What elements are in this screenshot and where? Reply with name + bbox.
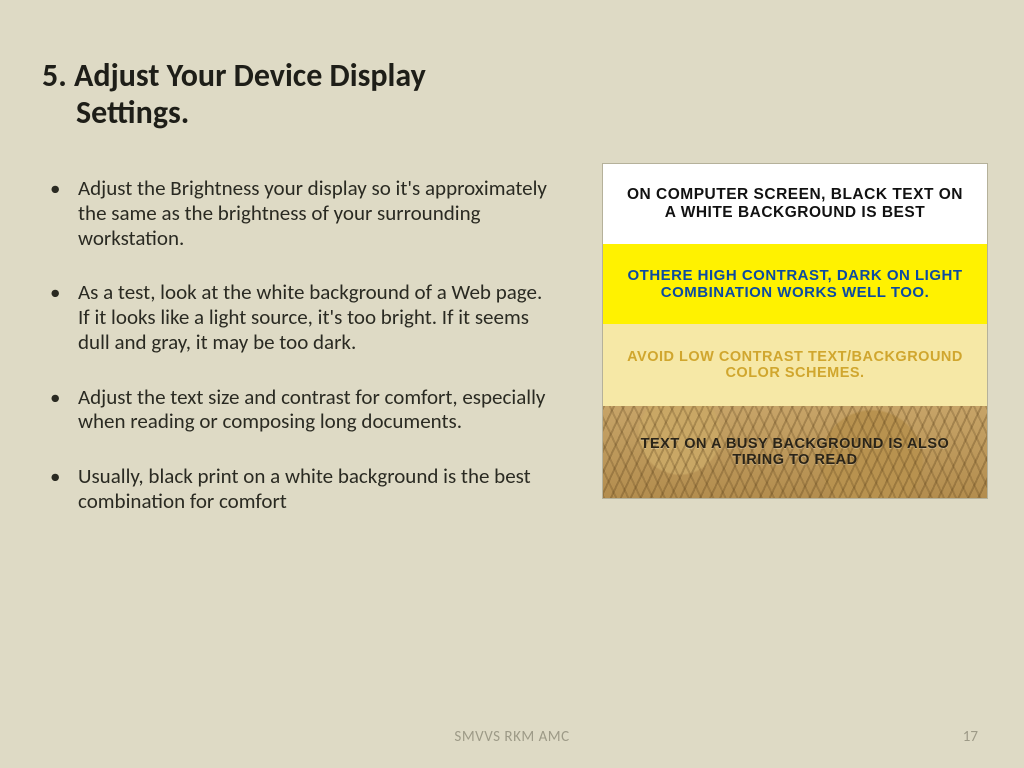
title-line-2: Settings.: [76, 95, 426, 132]
page-number: 17: [963, 728, 978, 746]
bullet-item: Adjust the Brightness your display so it…: [78, 176, 558, 250]
contrast-panel-yellow: OTHERE HIGH CONTRAST, DARK ON LIGHT COMB…: [603, 244, 987, 324]
bullet-item: As a test, look at the white background …: [78, 280, 558, 354]
contrast-panel-lowcontrast: AVOID LOW CONTRAST TEXT/BACKGROUND COLOR…: [603, 324, 987, 406]
contrast-panel-white: ON COMPUTER SCREEN, BLACK TEXT ON A WHIT…: [603, 164, 987, 244]
bullet-list: Adjust the Brightness your display so it…: [78, 176, 558, 544]
slide: 5. Adjust Your Device Display Settings. …: [0, 0, 1024, 768]
title-line-1: 5. Adjust Your Device Display: [42, 56, 426, 95]
bullet-item: Usually, black print on a white backgrou…: [78, 464, 558, 514]
bullet-item: Adjust the text size and contrast for co…: [78, 385, 558, 435]
contrast-examples-graphic: ON COMPUTER SCREEN, BLACK TEXT ON A WHIT…: [602, 163, 988, 499]
slide-title: 5. Adjust Your Device Display Settings.: [42, 58, 426, 132]
contrast-panel-busy: TEXT ON A BUSY BACKGROUND IS ALSO TIRING…: [603, 406, 987, 498]
footer-text: SMVVS RKM AMC: [0, 728, 1024, 746]
